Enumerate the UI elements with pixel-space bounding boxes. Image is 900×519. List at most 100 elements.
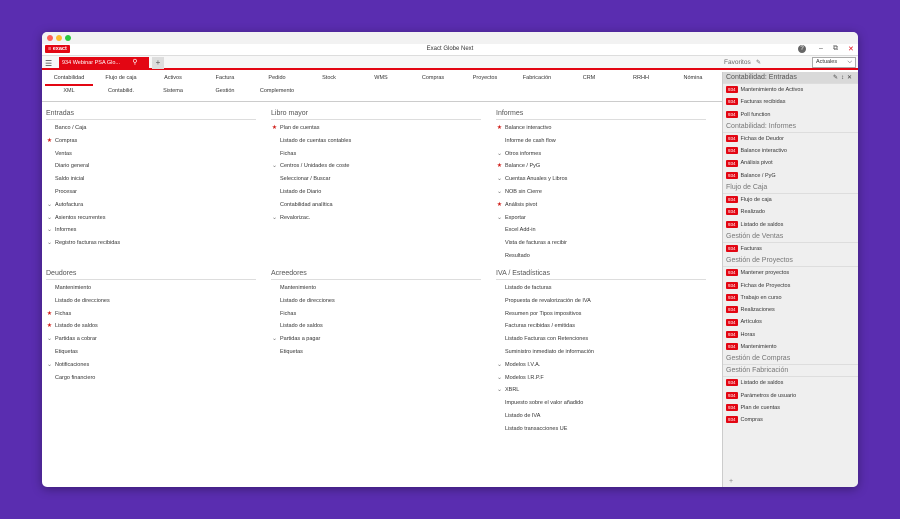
favorite-item[interactable]: 934 Listado de saldos bbox=[723, 377, 858, 389]
menu-link[interactable]: Etiquetas bbox=[271, 348, 481, 361]
menu-item[interactable]: RRHH bbox=[633, 75, 649, 81]
favorite-item[interactable]: 934 Horas bbox=[723, 329, 858, 341]
menu-link[interactable]: Listado de direcciones bbox=[271, 297, 481, 310]
menu-link[interactable]: Procesar bbox=[46, 188, 256, 201]
menu-link[interactable]: Propuesta de revalorización de IVA bbox=[496, 297, 706, 310]
menu-link[interactable]: Banco / Caja bbox=[46, 124, 256, 137]
chevron-down-icon[interactable]: ⌄ bbox=[46, 361, 53, 369]
menu-item[interactable]: Sistema bbox=[163, 88, 183, 94]
favorite-item[interactable]: 934 Plan de cuentas bbox=[723, 402, 858, 414]
restore-icon[interactable]: ⧉ bbox=[833, 45, 838, 53]
menu-link[interactable]: Listado de cuentas contables bbox=[271, 137, 481, 150]
favorite-item[interactable]: 934 Listado de saldos bbox=[723, 219, 858, 231]
new-tab-button[interactable]: + bbox=[152, 57, 164, 69]
chevron-down-icon[interactable]: ⌄ bbox=[496, 214, 503, 222]
menu-link[interactable]: Mantenimiento bbox=[271, 284, 481, 297]
favorites-select[interactable]: Actuales ⌵ bbox=[812, 57, 856, 68]
menu-link[interactable]: ⌄ Cuentas Anuales y Libros bbox=[496, 175, 706, 188]
menu-link[interactable]: ⌄ Autofactura bbox=[46, 201, 256, 214]
menu-item[interactable]: CRM bbox=[583, 75, 596, 81]
menu-link[interactable]: ⌄ Revalorizac. bbox=[271, 214, 481, 227]
chevron-down-icon[interactable]: ⌄ bbox=[496, 175, 503, 183]
menu-link[interactable]: ★ Listado de saldos bbox=[46, 322, 256, 335]
favorite-item[interactable]: 934 Artículos bbox=[723, 316, 858, 328]
chevron-down-icon[interactable]: ⌄ bbox=[271, 162, 278, 170]
menu-item[interactable]: XML bbox=[63, 88, 74, 94]
chevron-down-icon[interactable]: ⌄ bbox=[46, 201, 53, 209]
menu-link[interactable]: Cargo financiero bbox=[46, 374, 256, 387]
zoom-dot-icon[interactable] bbox=[65, 35, 71, 41]
menu-link[interactable]: ★ Balance interactivo bbox=[496, 124, 706, 137]
menu-item[interactable]: Activos bbox=[164, 75, 182, 81]
menu-link[interactable]: ⌄ Otros informes bbox=[496, 150, 706, 163]
menu-link[interactable]: ⌄ NOB sin Cierre bbox=[496, 188, 706, 201]
menu-link[interactable]: ⌄ Modelos I.V.A. bbox=[496, 361, 706, 374]
menu-link[interactable]: ★ Plan de cuentas bbox=[271, 124, 481, 137]
menu-item[interactable]: Pedido bbox=[268, 75, 285, 81]
menu-item[interactable]: Factura bbox=[216, 75, 235, 81]
menu-item[interactable]: Flujo de caja bbox=[105, 75, 136, 81]
menu-link[interactable]: Mantenimiento bbox=[46, 284, 256, 297]
menu-link[interactable]: Ventas bbox=[46, 150, 256, 163]
menu-item[interactable]: Stock bbox=[322, 75, 336, 81]
menu-link[interactable]: ⌄ Notificaciones bbox=[46, 361, 256, 374]
menu-link[interactable]: ★ Fichas bbox=[46, 310, 256, 323]
menu-item[interactable]: Gestión bbox=[216, 88, 235, 94]
menu-link[interactable]: Fichas bbox=[271, 310, 481, 323]
menu-link[interactable]: Etiquetas bbox=[46, 348, 256, 361]
pin-icon[interactable]: ✎ bbox=[756, 59, 761, 66]
menu-link[interactable]: Impuesto sobre el valor añadido bbox=[496, 399, 706, 412]
favorite-item[interactable]: 934 Trabajo en curso bbox=[723, 292, 858, 304]
favorite-item[interactable]: 934 Facturas recibidas bbox=[723, 96, 858, 108]
favorite-item[interactable]: 934 Fichas de Deudor bbox=[723, 133, 858, 145]
favorite-item[interactable]: 934 Parámetros de usuario bbox=[723, 390, 858, 402]
menu-link[interactable]: ⌄ Partidas a pagar bbox=[271, 335, 481, 348]
favorite-item[interactable]: 934 Realizaciones bbox=[723, 304, 858, 316]
menu-item[interactable]: Fabricación bbox=[523, 75, 551, 81]
add-favorite-icon[interactable]: + bbox=[729, 478, 733, 485]
menu-link[interactable]: ⌄ Asientos recurrentes bbox=[46, 214, 256, 227]
menu-link[interactable]: ⌄ Centros / Unidades de coste bbox=[271, 162, 481, 175]
menu-link[interactable]: Vista de facturas a recibir bbox=[496, 239, 706, 252]
menu-link[interactable]: Listado de direcciones bbox=[46, 297, 256, 310]
menu-link[interactable]: Resumen por Tipos impositivos bbox=[496, 310, 706, 323]
search-icon[interactable]: ⚲ bbox=[124, 57, 146, 69]
menu-link[interactable]: ⌄ Modelos I.R.P.F bbox=[496, 374, 706, 387]
menu-link[interactable]: ⌄ XBRL bbox=[496, 386, 706, 399]
menu-link[interactable]: Excel Add-in bbox=[496, 226, 706, 239]
favorite-item[interactable]: 934 Análisis pivot bbox=[723, 157, 858, 169]
menu-link[interactable]: Seleccionar / Buscar bbox=[271, 175, 481, 188]
favorite-item[interactable]: 934 Poll function bbox=[723, 109, 858, 121]
menu-link[interactable]: Listado Facturas con Retenciones bbox=[496, 335, 706, 348]
chevron-down-icon[interactable]: ⌄ bbox=[46, 214, 53, 222]
chevron-down-icon[interactable]: ⌄ bbox=[46, 226, 53, 234]
favorite-item[interactable]: 934 Fichas de Proyectos bbox=[723, 280, 858, 292]
menu-link[interactable]: ★ Compras bbox=[46, 137, 256, 150]
menu-item[interactable]: Proyectos bbox=[473, 75, 497, 81]
close-icon[interactable]: ✕ bbox=[848, 45, 854, 53]
favorite-item[interactable]: 934 Realizado bbox=[723, 206, 858, 218]
favorite-item[interactable]: 934 Balance / PyG bbox=[723, 170, 858, 182]
menu-link[interactable]: ⌄ Registro facturas recibidas bbox=[46, 239, 256, 252]
menu-link[interactable]: Listado transacciones UE bbox=[496, 425, 706, 438]
minimize-dot-icon[interactable] bbox=[56, 35, 62, 41]
menu-link[interactable]: Suministro inmediato de información bbox=[496, 348, 706, 361]
chevron-down-icon[interactable]: ⌄ bbox=[271, 335, 278, 343]
favorite-item[interactable]: 934 Flujo de caja bbox=[723, 194, 858, 206]
menu-item[interactable]: Complemento bbox=[260, 88, 294, 94]
help-icon[interactable]: ? bbox=[798, 45, 806, 53]
chevron-down-icon[interactable]: ⌄ bbox=[496, 386, 503, 394]
favorite-item[interactable]: 934 Compras bbox=[723, 414, 858, 426]
menu-link[interactable]: Listado de Diario bbox=[271, 188, 481, 201]
menu-link[interactable]: ⌄ Partidas a cobrar bbox=[46, 335, 256, 348]
menu-link[interactable]: Facturas recibidas / emitidas bbox=[496, 322, 706, 335]
menu-item[interactable]: Nómina bbox=[684, 75, 703, 81]
menu-link[interactable]: Listado de saldos bbox=[271, 322, 481, 335]
chevron-down-icon[interactable]: ⌄ bbox=[496, 361, 503, 369]
minimize-icon[interactable]: – bbox=[819, 45, 823, 52]
favorite-item[interactable]: 934 Mantenimiento bbox=[723, 341, 858, 353]
menu-item[interactable]: Contabilidad bbox=[54, 75, 85, 81]
menu-link[interactable]: Diario general bbox=[46, 162, 256, 175]
chevron-down-icon[interactable]: ⌄ bbox=[496, 374, 503, 382]
chevron-down-icon[interactable]: ⌄ bbox=[46, 335, 53, 343]
